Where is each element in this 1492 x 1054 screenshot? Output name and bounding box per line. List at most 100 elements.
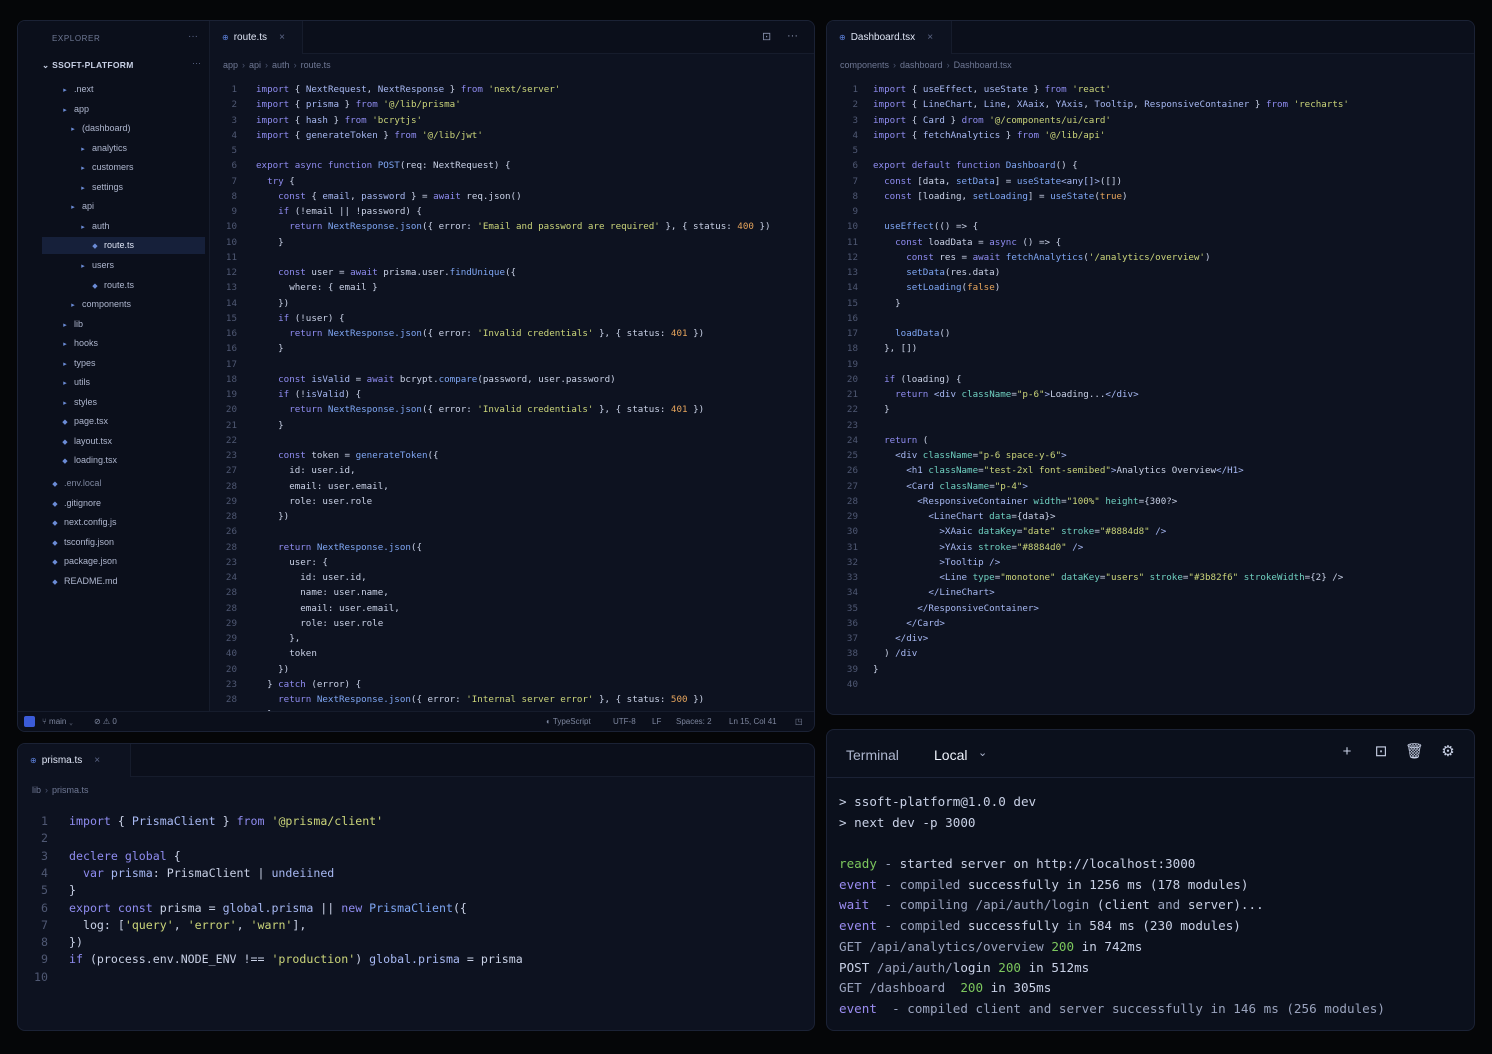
- breadcrumb-item[interactable]: prisma.ts: [52, 785, 89, 795]
- line-number: 15: [225, 312, 237, 324]
- end-of-line[interactable]: LF: [652, 717, 661, 726]
- tree-item[interactable]: ▸ lib: [18, 316, 209, 333]
- encoding[interactable]: UTF-8: [613, 717, 636, 726]
- tree-item[interactable]: ▸ .next: [18, 81, 209, 98]
- breadcrumb-item[interactable]: api: [249, 60, 261, 70]
- tab-dashboard-tsx[interactable]: ⊕ Dashboard.tsx ×: [827, 21, 952, 54]
- tree-item[interactable]: ▸ auth: [18, 218, 209, 235]
- tree-item[interactable]: ▸ customers: [18, 159, 209, 176]
- code-token: {: [906, 129, 923, 141]
- code-token: className: [939, 480, 990, 492]
- folder-icon: ▸: [71, 126, 75, 134]
- indentation[interactable]: Spaces: 2: [676, 717, 712, 726]
- tree-item[interactable]: ◆ layout.tsx: [18, 433, 209, 450]
- tree-item[interactable]: ◆ package.json: [18, 553, 209, 570]
- tree-item[interactable]: ◆ route.ts: [42, 237, 205, 255]
- branch-indicator[interactable]: ⑂ main ⌄: [42, 717, 73, 726]
- notifications-icon[interactable]: ◳: [795, 717, 803, 726]
- tree-item[interactable]: ▸ settings: [18, 179, 209, 196]
- breadcrumb-item[interactable]: Dashboard.tsx: [954, 60, 1012, 70]
- tree-item-label: analytics: [92, 142, 128, 153]
- tree-item-label: route.ts: [104, 279, 135, 290]
- code-token: >YAxis: [873, 541, 979, 553]
- tab-prisma-ts[interactable]: ⊕ prisma.ts ×: [18, 744, 131, 777]
- more-actions-icon[interactable]: ···: [787, 30, 798, 42]
- project-root[interactable]: ⌄ SSOFT-PLATFORM: [42, 60, 134, 71]
- terminal-tab[interactable]: Terminal: [846, 747, 899, 763]
- code-token: import: [256, 114, 290, 126]
- breadcrumb-item[interactable]: app: [223, 60, 238, 70]
- project-more-icon[interactable]: ···: [192, 58, 201, 68]
- tree-item[interactable]: ◆ route.ts: [18, 277, 209, 294]
- line-number: 10: [225, 236, 237, 248]
- tree-item[interactable]: ▸ users: [18, 257, 209, 274]
- split-terminal-icon[interactable]: ⊡: [1372, 743, 1390, 761]
- tree-item[interactable]: ▸ analytics: [18, 140, 209, 157]
- code-token: }, { status:: [593, 694, 671, 705]
- code-token: isValid: [305, 373, 351, 385]
- close-tab-icon[interactable]: ×: [279, 32, 285, 43]
- folder-icon: ▸: [81, 165, 85, 173]
- tree-item[interactable]: ◆ .gitignore: [18, 495, 209, 512]
- tree-item[interactable]: ▸ (dashboard): [18, 120, 209, 137]
- terminal-token: -: [876, 856, 900, 872]
- line-number: 26: [846, 465, 858, 477]
- tree-item[interactable]: ▸ components: [18, 296, 209, 313]
- line-number: 34: [846, 587, 858, 599]
- line-number: 29: [225, 617, 237, 629]
- tree-item[interactable]: ◆ tsconfig.json: [18, 534, 209, 551]
- tree-item[interactable]: ◆ .env.local: [18, 475, 209, 492]
- code-token: }: [256, 678, 279, 690]
- explorer-more-icon[interactable]: ···: [188, 31, 198, 42]
- code-token: }: [873, 297, 901, 309]
- trash-icon[interactable]: 🗑: [1405, 743, 1424, 761]
- tree-item[interactable]: ▸ app: [18, 101, 209, 118]
- tree-item[interactable]: ◆ page.tsx: [18, 413, 209, 430]
- tree-item-label: route.ts: [104, 240, 135, 251]
- code-token: }: [873, 404, 890, 416]
- terminal-token: successfully in 1256 ms (178 modules): [967, 876, 1249, 892]
- close-tab-icon[interactable]: ×: [94, 755, 100, 766]
- close-tab-icon[interactable]: ×: [927, 32, 933, 43]
- tree-item[interactable]: ▸ utils: [18, 374, 209, 391]
- code-token: >: [1022, 480, 1028, 492]
- breadcrumb-item[interactable]: route.ts: [301, 60, 331, 70]
- breadcrumb-item[interactable]: auth: [272, 60, 290, 70]
- tree-item[interactable]: ◆ next.config.js: [18, 514, 209, 531]
- code-token: ): [994, 282, 1001, 294]
- terminal-token: (client: [1096, 897, 1158, 913]
- tree-item[interactable]: ▸ hooks: [18, 335, 209, 352]
- breadcrumb-item[interactable]: components: [840, 60, 889, 70]
- code-token: }): [687, 404, 705, 416]
- code-token: }): [69, 935, 83, 950]
- line-number: 7: [852, 175, 858, 187]
- tree-item[interactable]: ◆ loading.tsx: [18, 452, 209, 469]
- tree-item[interactable]: ▸ styles: [18, 394, 209, 411]
- language-mode[interactable]: ◐ TypeScript: [546, 717, 591, 726]
- new-terminal-icon[interactable]: +: [1338, 743, 1356, 761]
- problems-indicator[interactable]: ⊘ ⚠ 0: [94, 717, 117, 726]
- code-token: (error) {: [305, 678, 362, 690]
- code-line: if (process.env.NODE_ENV !== 'production…: [69, 952, 523, 966]
- terminal-profile-select[interactable]: Local: [934, 747, 967, 763]
- tree-item[interactable]: ▸ types: [18, 355, 209, 372]
- tab-route-ts[interactable]: ⊕ route.ts ×: [210, 21, 303, 54]
- code-token: />: [1149, 526, 1167, 538]
- code-line: useEffect(() => {: [873, 221, 978, 232]
- cursor-position[interactable]: Ln 15, Col 41: [729, 717, 777, 726]
- terminal-header: Terminal Local ⌄ + ⊡ 🗑 ⚙: [827, 730, 1474, 778]
- chevron-down-icon[interactable]: ⌄: [978, 746, 987, 759]
- breadcrumb-item[interactable]: dashboard: [900, 60, 943, 70]
- tree-item[interactable]: ▸ api: [18, 198, 209, 215]
- tree-item[interactable]: ◆ README.md: [18, 573, 209, 590]
- breadcrumb-item[interactable]: lib: [32, 785, 41, 795]
- file-icon: ◆: [92, 243, 98, 251]
- terminal-settings-icon[interactable]: ⚙: [1439, 743, 1457, 761]
- tree-item-label: tsconfig.json: [64, 536, 115, 547]
- code-token: import: [873, 99, 907, 111]
- terminal-token: 200: [960, 980, 984, 996]
- split-editor-icon[interactable]: ⊡: [762, 30, 771, 43]
- remote-indicator-icon[interactable]: [24, 716, 35, 727]
- code-token: className: [961, 389, 1012, 400]
- terminal-output[interactable]: > ssoft-platform@1.0.0 dev > next dev -p …: [839, 792, 1385, 1020]
